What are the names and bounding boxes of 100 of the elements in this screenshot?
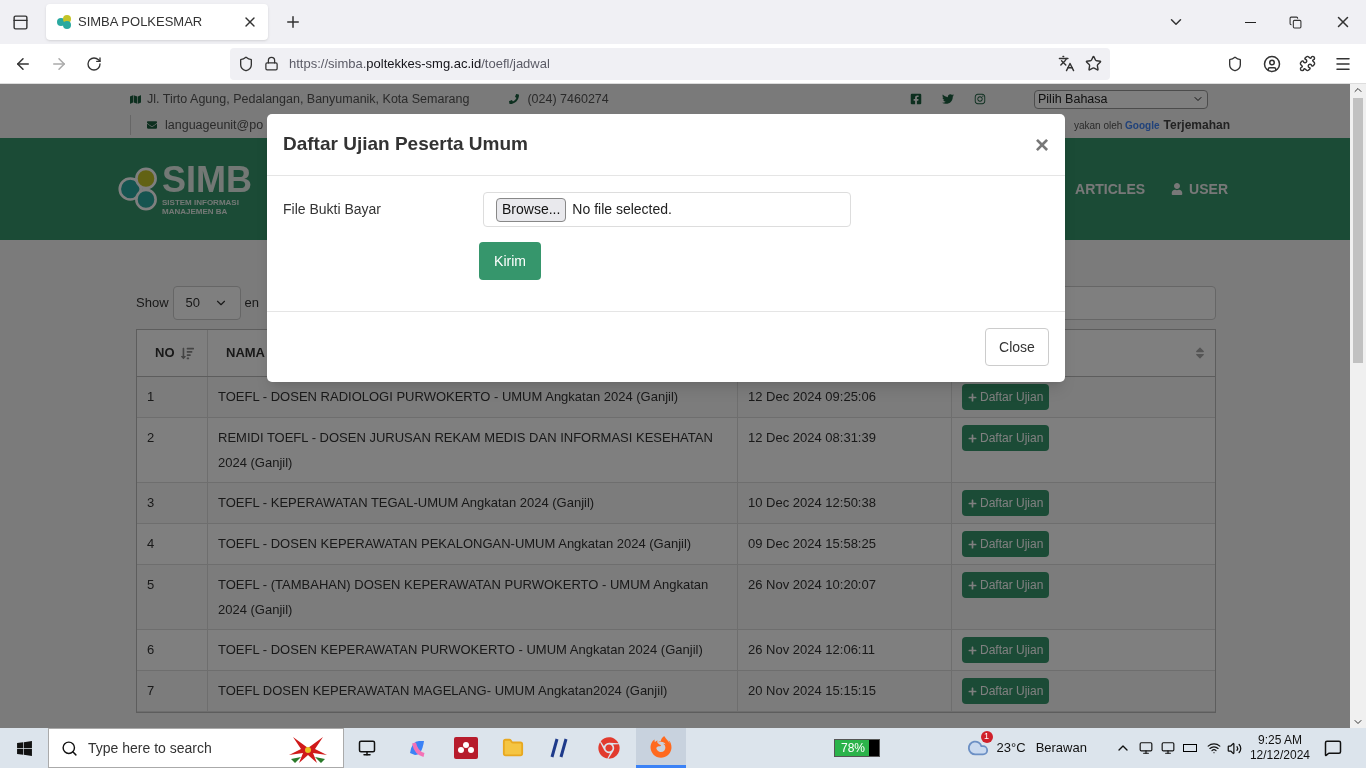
envelope-icon <box>147 120 157 130</box>
sort-icon <box>180 346 194 360</box>
new-tab-icon <box>284 13 302 31</box>
sort-icon <box>1193 346 1207 360</box>
register-button[interactable]: Daftar Ujian <box>962 531 1050 557</box>
browse-button[interactable]: Browse... <box>496 197 567 222</box>
lock-icon <box>264 56 279 71</box>
volume-icon <box>1226 740 1242 756</box>
tab-list-icon <box>11 13 29 31</box>
page-size-select[interactable]: 50 <box>172 286 241 320</box>
app-icon <box>550 737 570 759</box>
plus-icon <box>968 392 977 402</box>
account-icon <box>1263 54 1281 73</box>
address-bar[interactable]: https://simba.poltekkes-smg.ac.id/toefl/jadwal <box>230 47 1110 80</box>
table-cell: TOEFL - KEPERAWATAN TEGAL-UMUM Angkatan 2024 (Ganjil) <box>208 483 738 523</box>
table-cell: 4 <box>137 524 208 564</box>
star-icon <box>1085 55 1102 72</box>
translate-link[interactable]: Terjemahan <box>1163 116 1230 134</box>
column-header[interactable]: NO <box>137 330 208 376</box>
register-button[interactable]: Daftar Ujian <box>962 572 1050 598</box>
site-logo-icon <box>118 166 160 212</box>
nav-link[interactable]: USER <box>1171 178 1228 200</box>
tray-icon <box>1138 741 1153 755</box>
file-input[interactable]: Browse... No file selected. <box>483 192 851 227</box>
temperature: 23°C <box>996 739 1026 758</box>
plus-icon <box>968 645 977 655</box>
site-logo-icon <box>56 14 72 30</box>
close-button[interactable]: Close <box>985 328 1049 366</box>
table-cell: TOEFL - DOSEN KEPERAWATAN PEKALONGAN-UMUM Angkatan 2024 (Ganjil) <box>208 524 738 564</box>
table-cell: 26 Nov 2024 10:20:07 <box>738 565 952 629</box>
notifications-icon <box>1324 739 1342 757</box>
search-field[interactable]: Type here to search <box>48 728 344 768</box>
folder-icon <box>502 737 524 759</box>
register-button[interactable]: Daftar Ujian <box>962 384 1050 410</box>
register-button[interactable]: Daftar Ujian <box>962 425 1050 451</box>
table-cell: 5 <box>137 565 208 629</box>
windows-icon <box>15 739 33 757</box>
user-icon <box>1171 183 1184 195</box>
chrome-icon <box>598 737 620 759</box>
logo-text: SIMB <box>162 162 252 198</box>
extensions-icon <box>1299 55 1316 72</box>
facebook-icon <box>910 93 922 105</box>
search-icon <box>61 739 78 757</box>
wifi-icon <box>1206 741 1221 755</box>
twitter-icon <box>942 93 954 105</box>
plus-icon <box>968 433 977 443</box>
tab-title: SIMBA POLKESMAR <box>78 13 204 32</box>
instagram-icon <box>974 93 986 105</box>
tray-icon <box>1160 741 1175 755</box>
reload-icon <box>86 55 102 72</box>
close-button[interactable]: × <box>1035 132 1049 157</box>
translate-credit: yakan oleh Google <box>1073 118 1160 133</box>
task-view-icon <box>358 739 376 757</box>
clock-date: 12/12/2024 <box>1249 748 1310 763</box>
plus-icon <box>968 539 977 549</box>
plus-icon <box>968 686 977 696</box>
modal-title: Daftar Ujian Peserta Umum <box>283 132 529 157</box>
entries-label: en <box>244 294 259 313</box>
address-text: Jl. Tirto Agung, Pedalangan, Banyumanik, Kota Semarang <box>147 90 470 108</box>
table-cell: 1 <box>137 377 208 417</box>
table-cell: 2 <box>137 418 208 482</box>
clock-time: 9:25 AM <box>1257 733 1302 748</box>
table-cell: TOEFL DOSEN KEPERAWATAN MAGELANG- UMUM Angkatan2024 (Ganjil) <box>208 671 738 711</box>
file-status: No file selected. <box>572 200 672 219</box>
scrollbar[interactable] <box>1350 84 1366 728</box>
language-select[interactable]: Pilih Bahasa <box>1034 89 1208 109</box>
field-label: File Bukti Bayar <box>283 200 383 219</box>
table-cell: 09 Dec 2024 15:58:25 <box>738 524 952 564</box>
email-text: languageunit@po <box>165 116 264 134</box>
table-cell: 12 Dec 2024 08:31:39 <box>738 418 952 482</box>
phone-icon <box>509 94 520 104</box>
submit-button[interactable]: Kirim <box>479 242 541 280</box>
battery-icon[interactable] <box>1182 744 1197 752</box>
minimize-icon <box>1245 21 1256 23</box>
show-label: Show <box>136 294 169 313</box>
logo-subtitle: SISTEM INFORMASI MANAJEMEN BA <box>162 198 240 216</box>
nav-link[interactable]: ARTICLES <box>1075 178 1146 200</box>
table-cell: 10 Dec 2024 12:50:38 <box>738 483 952 523</box>
table-cell: REMIDI TOEFL - DOSEN JURUSAN REKAM MEDIS DAN INFORMASI KESEHATAN 2024 (Ganjil) <box>208 418 738 482</box>
shield-icon <box>238 55 254 72</box>
restore-icon <box>1289 15 1302 29</box>
browser-tab[interactable]: SIMBA POLKESMAR <box>46 4 268 40</box>
plus-icon <box>968 580 977 590</box>
app-icon <box>454 737 478 759</box>
register-button[interactable]: Daftar Ujian <box>962 637 1050 663</box>
weather-text: Berawan <box>1035 739 1087 758</box>
register-button[interactable]: Daftar Ujian <box>962 490 1050 516</box>
table-cell: TOEFL - (TAMBAHAN) DOSEN KEPERAWATAN PURWOKERTO - UMUM Angkatan 2024 (Ganjil) <box>208 565 738 629</box>
phone-text: (024) 7460274 <box>527 90 609 108</box>
table-cell: 3 <box>137 483 208 523</box>
url-text: https://simba.poltekkes-smg.ac.id/toefl/jadwal <box>289 54 550 73</box>
firefox-icon <box>650 735 672 758</box>
register-button[interactable]: Daftar Ujian <box>962 678 1050 704</box>
table-cell: 26 Nov 2024 12:06:11 <box>738 630 952 670</box>
notification-badge: 1 <box>980 731 993 743</box>
battery-reading: 78% <box>839 741 868 755</box>
map-icon <box>130 93 141 105</box>
table-cell: 20 Nov 2024 15:15:15 <box>738 671 952 711</box>
translate-icon <box>1058 55 1075 72</box>
plus-icon <box>968 498 977 508</box>
